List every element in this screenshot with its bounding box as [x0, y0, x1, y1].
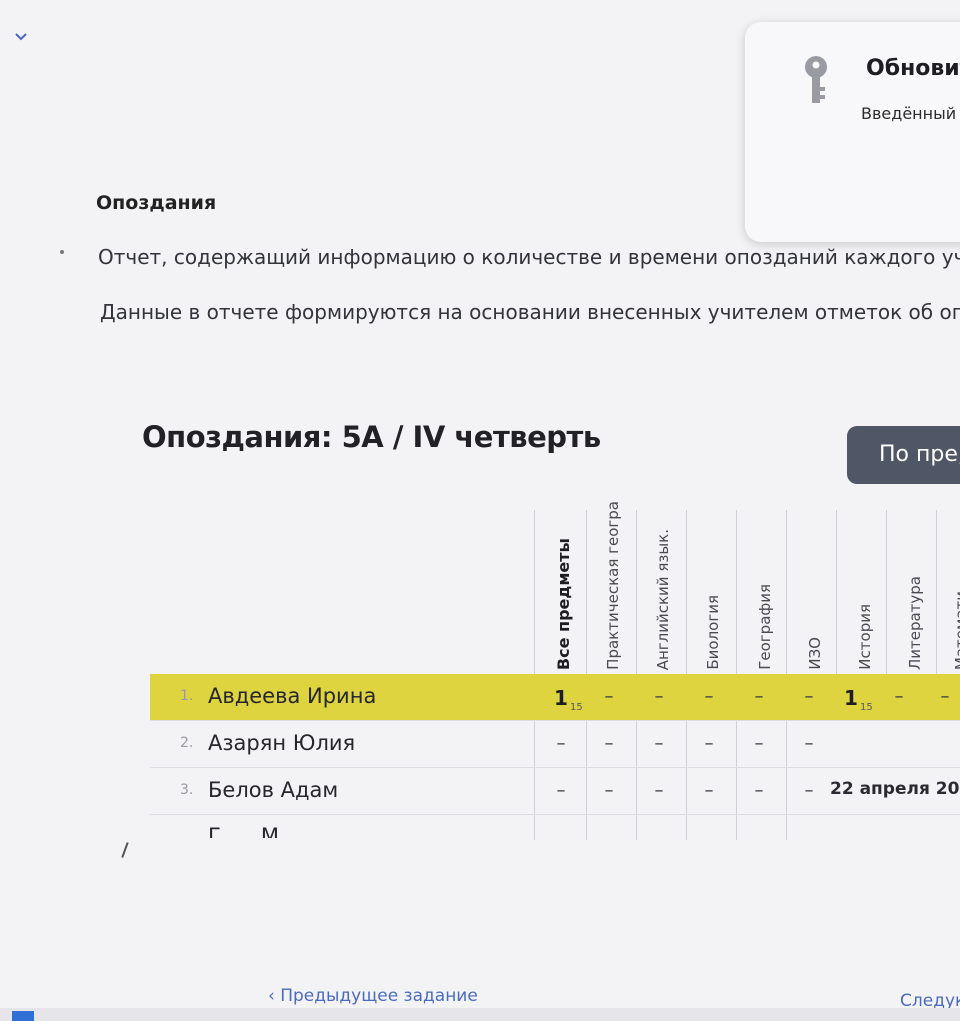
table-cell[interactable]: –: [786, 780, 832, 801]
column-label: География: [756, 584, 774, 670]
table-cell[interactable]: –: [686, 733, 732, 754]
table-cell[interactable]: –: [876, 686, 922, 707]
taskbar: [0, 1008, 960, 1021]
row-number: 2.: [180, 735, 194, 751]
column-header-english[interactable]: Английский язык.: [640, 490, 686, 680]
table-cell[interactable]: –: [786, 686, 832, 707]
table-cell[interactable]: –: [786, 733, 832, 754]
column-label: Математи: [952, 590, 960, 670]
column-header-math[interactable]: Математи: [938, 490, 960, 680]
column-label: Практическая геогра: [604, 501, 622, 670]
key-icon: [800, 55, 832, 107]
table-row[interactable]: 1. Авдеева Ирина 1 15 – – – – – 1 15 – –: [150, 674, 960, 721]
row-number: 3.: [180, 782, 194, 798]
tooltip-date: 22 апреля 202€: [830, 779, 960, 799]
table-cell[interactable]: –: [586, 733, 632, 754]
column-label: ИЗО: [806, 637, 824, 670]
column-header-history[interactable]: История: [842, 490, 888, 680]
report-title: Опоздания: 5А / IV четверть: [142, 420, 601, 454]
chevron-down-icon[interactable]: [14, 30, 28, 44]
column-header-art[interactable]: ИЗО: [792, 490, 838, 680]
column-label: Литература: [906, 575, 924, 670]
table-cell[interactable]: –: [736, 686, 782, 707]
section-description-1: Отчет, содержащий информацию о количеств…: [98, 245, 960, 269]
table-cell[interactable]: –: [636, 780, 682, 801]
table-row-partial[interactable]: Г..... М........: [150, 816, 960, 838]
student-name: Г..... М........: [208, 824, 333, 838]
table-cell[interactable]: –: [538, 780, 584, 801]
table-cell[interactable]: –: [586, 780, 632, 801]
column-label: Все предметы: [554, 537, 573, 670]
column-label: Биология: [704, 595, 722, 670]
notification-card[interactable]: [745, 22, 960, 242]
late-minutes: 15: [860, 702, 873, 713]
table-row[interactable]: 2. Азарян Юлия – – – – – –: [150, 721, 960, 768]
column-header-practical-geography[interactable]: Практическая геогра: [590, 490, 636, 680]
section-title: Опоздания: [96, 192, 217, 214]
student-name[interactable]: Белов Адам: [208, 778, 338, 802]
previous-task-link[interactable]: ‹ Предыдущее задание: [268, 986, 478, 1006]
table-cell[interactable]: –: [686, 686, 732, 707]
stray-mark: [121, 842, 129, 858]
table-cell[interactable]: –: [736, 780, 782, 801]
column-header-all-subjects[interactable]: Все предметы: [540, 490, 586, 680]
bullet-icon: [60, 250, 64, 254]
notification-title: Обновит: [866, 56, 960, 81]
late-minutes: 15: [570, 702, 583, 713]
column-label: История: [856, 604, 874, 670]
taskbar-button[interactable]: [12, 1011, 34, 1021]
column-header-literature[interactable]: Литература: [892, 490, 938, 680]
table-cell[interactable]: –: [538, 733, 584, 754]
column-header-biology[interactable]: Биология: [690, 490, 736, 680]
column-header-geography[interactable]: География: [742, 490, 788, 680]
column-label: Английский язык.: [654, 528, 672, 670]
table-cell[interactable]: –: [586, 686, 632, 707]
section-description-2: Данные в отчете формируются на основании…: [100, 300, 960, 324]
table-cell[interactable]: –: [736, 733, 782, 754]
row-number: 1.: [180, 688, 194, 704]
table-cell[interactable]: –: [686, 780, 732, 801]
student-name[interactable]: Азарян Юлия: [208, 731, 355, 755]
student-name[interactable]: Авдеева Ирина: [208, 684, 376, 708]
table-cell[interactable]: –: [922, 686, 960, 707]
notification-text: Введённый г: [861, 104, 960, 123]
by-subject-button[interactable]: По пре,: [847, 426, 960, 484]
table-cell[interactable]: –: [636, 686, 682, 707]
table-cell[interactable]: –: [636, 733, 682, 754]
